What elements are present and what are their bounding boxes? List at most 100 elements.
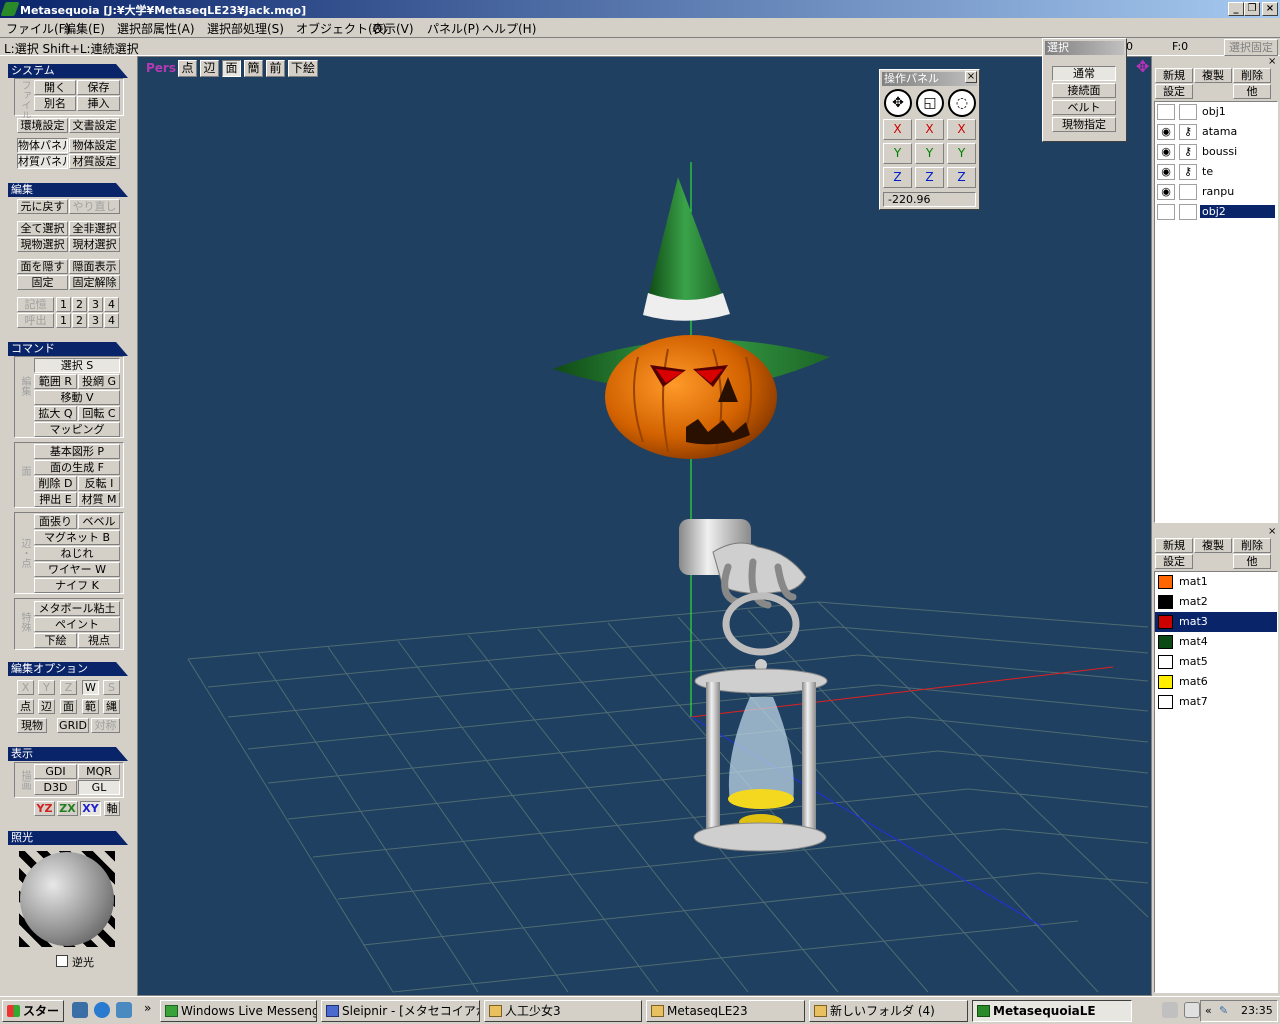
object-panel-close-icon[interactable]: × bbox=[1268, 56, 1276, 67]
undo-button[interactable]: 元に戻す bbox=[17, 199, 68, 214]
scene-canvas[interactable] bbox=[138, 57, 1152, 996]
vp-edge-toggle[interactable]: 辺 bbox=[200, 60, 219, 77]
gl-render-button[interactable]: GL bbox=[78, 780, 120, 795]
object-row[interactable]: ◉ ranpu bbox=[1155, 182, 1277, 202]
metaball-tool-button[interactable]: メタボール粘土 bbox=[34, 601, 120, 616]
primitive-tool-button[interactable]: 基本図形 P bbox=[34, 444, 120, 459]
underlay-tool-button[interactable]: 下絵 bbox=[34, 633, 77, 648]
mqr-render-button[interactable]: MQR bbox=[78, 764, 120, 779]
menu-attr[interactable]: 選択部属性(A) bbox=[117, 20, 195, 37]
material-row-selected[interactable]: mat3 bbox=[1155, 612, 1277, 632]
op-x-scale-button[interactable]: X bbox=[915, 119, 944, 140]
vp-simple-toggle[interactable]: 簡 bbox=[244, 60, 263, 77]
d3d-render-button[interactable]: D3D bbox=[34, 780, 77, 795]
object-other-button[interactable]: 他 bbox=[1233, 84, 1271, 99]
recall-3-button[interactable]: 3 bbox=[88, 313, 103, 328]
sel-normal-button[interactable]: 通常 bbox=[1052, 66, 1116, 81]
scale-tool-button[interactable]: 拡大 Q bbox=[34, 406, 77, 421]
lock-icon[interactable] bbox=[1179, 204, 1197, 220]
range-mode-toggle[interactable]: 範 bbox=[82, 699, 99, 714]
rotate-handle-icon[interactable]: ◌ bbox=[948, 89, 976, 117]
select-current-material-button[interactable]: 現材選択 bbox=[69, 237, 120, 252]
taskbar-item-folder3[interactable]: 新しいフォルダ (4) bbox=[809, 1000, 968, 1022]
doc-settings-button[interactable]: 文書設定 bbox=[69, 118, 120, 133]
extrude-tool-button[interactable]: 押出 E bbox=[34, 492, 77, 507]
face-fill-tool-button[interactable]: 面張り bbox=[34, 514, 77, 529]
move-tool-button[interactable]: 移動 V bbox=[34, 390, 120, 405]
axis-toggle[interactable]: 軸 bbox=[104, 801, 120, 816]
point-mode-toggle[interactable]: 点 bbox=[17, 699, 34, 714]
material-settings-button[interactable]: 材質設定 bbox=[69, 154, 120, 169]
sel-current-object-button[interactable]: 現物指定 bbox=[1052, 117, 1116, 132]
material-new-button[interactable]: 新規 bbox=[1155, 538, 1193, 553]
select-tool-button[interactable]: 選択 S bbox=[34, 358, 120, 373]
lock-icon[interactable]: ⚷ bbox=[1179, 144, 1197, 160]
lasso-tool-button[interactable]: 投網 G bbox=[78, 374, 120, 389]
lock-z-toggle[interactable]: Z bbox=[60, 680, 77, 695]
move-handle-icon[interactable]: ✥ bbox=[884, 89, 912, 117]
hide-faces-button[interactable]: 面を隠す bbox=[17, 259, 68, 274]
op-z-scale-button[interactable]: Z bbox=[915, 167, 944, 188]
vp-point-toggle[interactable]: 点 bbox=[178, 60, 197, 77]
bevel-tool-button[interactable]: ベベル bbox=[78, 514, 120, 529]
material-row[interactable]: mat1 bbox=[1155, 572, 1277, 592]
lock-y-toggle[interactable]: Y bbox=[38, 680, 55, 695]
select-current-object-button[interactable]: 現物選択 bbox=[17, 237, 68, 252]
save-button[interactable]: 保存 bbox=[77, 80, 120, 95]
selection-lock-button[interactable]: 選択固定 bbox=[1224, 39, 1278, 56]
op-z-move-button[interactable]: Z bbox=[883, 167, 912, 188]
unfix-button[interactable]: 固定解除 bbox=[69, 275, 120, 290]
delete-tool-button[interactable]: 削除 D bbox=[34, 476, 77, 491]
view-yz-button[interactable]: YZ bbox=[34, 801, 55, 816]
insert-button[interactable]: 挿入 bbox=[77, 96, 120, 111]
object-row[interactable]: ◉ ⚷ atama bbox=[1155, 122, 1277, 142]
lock-x-toggle[interactable]: X bbox=[17, 680, 34, 695]
material-row[interactable]: mat5 bbox=[1155, 652, 1277, 672]
media-player-icon[interactable] bbox=[116, 1002, 132, 1018]
sel-belt-button[interactable]: ベルト bbox=[1052, 100, 1116, 115]
show-desktop-icon[interactable] bbox=[72, 1002, 88, 1018]
screen-coord-toggle[interactable]: S bbox=[103, 680, 120, 695]
menu-sel-proc[interactable]: 選択部処理(S) bbox=[207, 20, 284, 37]
taskbar-item-folder1[interactable]: 人工少女3 bbox=[484, 1000, 642, 1022]
menu-view[interactable]: 表示(V) bbox=[372, 20, 414, 37]
object-row[interactable]: obj1 bbox=[1155, 102, 1277, 122]
viewpoint-tool-button[interactable]: 視点 bbox=[78, 633, 120, 648]
light-sphere[interactable] bbox=[20, 852, 114, 946]
flip-tool-button[interactable]: 反転 I bbox=[78, 476, 120, 491]
material-copy-button[interactable]: 複製 bbox=[1194, 538, 1232, 553]
show-hidden-button[interactable]: 隠面表示 bbox=[69, 259, 120, 274]
lock-icon[interactable]: ⚷ bbox=[1179, 124, 1197, 140]
env-settings-button[interactable]: 環境設定 bbox=[17, 118, 68, 133]
3d-viewport[interactable]: Pers 点 辺 面 簡 前 下絵 bbox=[137, 56, 1152, 996]
lock-icon[interactable] bbox=[1179, 184, 1197, 200]
gdi-render-button[interactable]: GDI bbox=[34, 764, 77, 779]
open-button[interactable]: 開く bbox=[34, 80, 76, 95]
op-y-rotate-button[interactable]: Y bbox=[947, 143, 976, 164]
rotate-tool-button[interactable]: 回転 C bbox=[78, 406, 120, 421]
world-coord-toggle[interactable]: W bbox=[82, 680, 99, 695]
material-row[interactable]: mat6 bbox=[1155, 672, 1277, 692]
viewpoint-move-icon[interactable]: ✥ bbox=[1136, 59, 1150, 75]
memory-2-button[interactable]: 2 bbox=[72, 297, 87, 312]
object-row[interactable]: ◉ ⚷ boussi bbox=[1155, 142, 1277, 162]
op-x-move-button[interactable]: X bbox=[883, 119, 912, 140]
operation-panel-close-button[interactable]: × bbox=[965, 71, 977, 83]
light-preview[interactable] bbox=[19, 851, 115, 947]
magnet-tool-button[interactable]: マグネット B bbox=[34, 530, 120, 545]
projection-mode-label[interactable]: Pers bbox=[146, 61, 176, 75]
help-icon[interactable] bbox=[1184, 1002, 1200, 1018]
recall-2-button[interactable]: 2 bbox=[72, 313, 87, 328]
deselect-all-button[interactable]: 全非選択 bbox=[69, 221, 120, 236]
object-new-button[interactable]: 新規 bbox=[1155, 68, 1193, 83]
vp-face-toggle[interactable]: 面 bbox=[222, 60, 241, 77]
visibility-eye-icon[interactable]: ◉ bbox=[1157, 144, 1175, 160]
pen-icon[interactable]: ✎ bbox=[1219, 1001, 1228, 1021]
close-button[interactable]: × bbox=[1262, 2, 1278, 16]
knife-tool-button[interactable]: ナイフ K bbox=[34, 578, 120, 593]
object-row-selected[interactable]: obj2 bbox=[1155, 202, 1277, 222]
menu-file[interactable]: ファイル(F) bbox=[6, 20, 70, 37]
taskbar-item-sleipnir[interactable]: Sleipnir - [メタセコイアから... bbox=[321, 1000, 480, 1022]
visibility-eye-icon[interactable]: ◉ bbox=[1157, 184, 1175, 200]
sel-connected-button[interactable]: 接続面 bbox=[1052, 83, 1116, 98]
